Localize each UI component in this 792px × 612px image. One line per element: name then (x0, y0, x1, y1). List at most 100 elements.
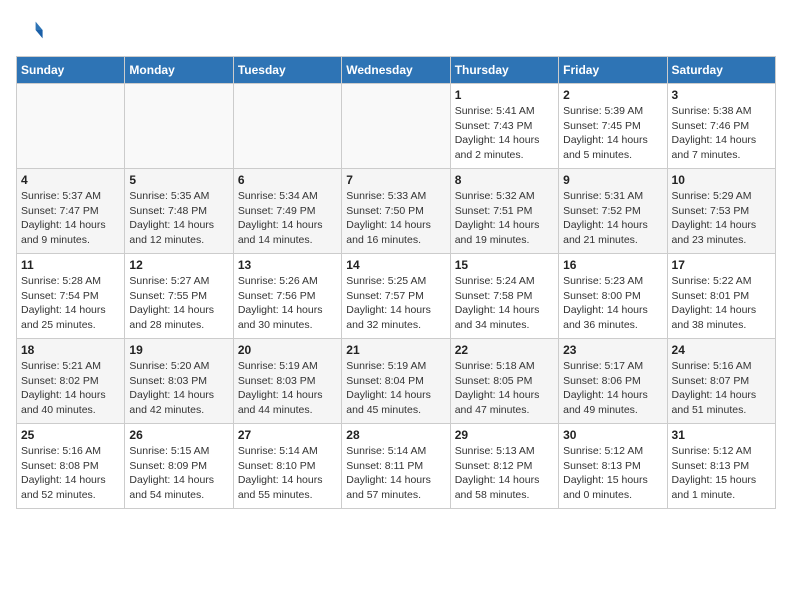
day-number: 9 (563, 173, 662, 187)
day-info: Sunrise: 5:39 AMSunset: 7:45 PMDaylight:… (563, 104, 662, 163)
day-cell: 2 Sunrise: 5:39 AMSunset: 7:45 PMDaylight… (559, 84, 667, 169)
day-cell: 10 Sunrise: 5:29 AMSunset: 7:53 PMDayligh… (667, 169, 775, 254)
day-info: Sunrise: 5:29 AMSunset: 7:53 PMDaylight:… (672, 189, 771, 248)
day-cell: 6 Sunrise: 5:34 AMSunset: 7:49 PMDaylight… (233, 169, 341, 254)
header-day-monday: Monday (125, 57, 233, 84)
day-cell: 19 Sunrise: 5:20 AMSunset: 8:03 PMDayligh… (125, 339, 233, 424)
day-cell (125, 84, 233, 169)
day-info: Sunrise: 5:20 AMSunset: 8:03 PMDaylight:… (129, 359, 228, 418)
day-number: 23 (563, 343, 662, 357)
day-info: Sunrise: 5:12 AMSunset: 8:13 PMDaylight:… (563, 444, 662, 503)
day-cell: 8 Sunrise: 5:32 AMSunset: 7:51 PMDaylight… (450, 169, 558, 254)
day-cell: 3 Sunrise: 5:38 AMSunset: 7:46 PMDaylight… (667, 84, 775, 169)
day-info: Sunrise: 5:31 AMSunset: 7:52 PMDaylight:… (563, 189, 662, 248)
day-info: Sunrise: 5:19 AMSunset: 8:03 PMDaylight:… (238, 359, 337, 418)
header-day-sunday: Sunday (17, 57, 125, 84)
day-cell: 25 Sunrise: 5:16 AMSunset: 8:08 PMDayligh… (17, 424, 125, 509)
day-cell: 31 Sunrise: 5:12 AMSunset: 8:13 PMDayligh… (667, 424, 775, 509)
day-cell: 1Sunrise: 5:41 AMSunset: 7:43 PMDaylight… (450, 84, 558, 169)
day-cell: 5 Sunrise: 5:35 AMSunset: 7:48 PMDaylight… (125, 169, 233, 254)
day-number: 28 (346, 428, 445, 442)
day-info: Sunrise: 5:17 AMSunset: 8:06 PMDaylight:… (563, 359, 662, 418)
day-cell (342, 84, 450, 169)
day-info: Sunrise: 5:33 AMSunset: 7:50 PMDaylight:… (346, 189, 445, 248)
day-cell: 21Sunrise: 5:19 AMSunset: 8:04 PMDayligh… (342, 339, 450, 424)
day-info: Sunrise: 5:23 AMSunset: 8:00 PMDaylight:… (563, 274, 662, 333)
day-cell: 18Sunrise: 5:21 AMSunset: 8:02 PMDayligh… (17, 339, 125, 424)
day-number: 13 (238, 258, 337, 272)
day-number: 19 (129, 343, 228, 357)
day-cell: 27 Sunrise: 5:14 AMSunset: 8:10 PMDayligh… (233, 424, 341, 509)
day-number: 29 (455, 428, 554, 442)
calendar-table: SundayMondayTuesdayWednesdayThursdayFrid… (16, 56, 776, 509)
header-row: SundayMondayTuesdayWednesdayThursdayFrid… (17, 57, 776, 84)
day-cell: 24Sunrise: 5:16 AMSunset: 8:07 PMDayligh… (667, 339, 775, 424)
day-number: 26 (129, 428, 228, 442)
day-number: 31 (672, 428, 771, 442)
day-info: Sunrise: 5:38 AMSunset: 7:46 PMDaylight:… (672, 104, 771, 163)
day-cell: 22 Sunrise: 5:18 AMSunset: 8:05 PMDayligh… (450, 339, 558, 424)
day-number: 3 (672, 88, 771, 102)
header-day-friday: Friday (559, 57, 667, 84)
header-day-saturday: Saturday (667, 57, 775, 84)
day-number: 20 (238, 343, 337, 357)
day-number: 12 (129, 258, 228, 272)
week-row-5: 25 Sunrise: 5:16 AMSunset: 8:08 PMDayligh… (17, 424, 776, 509)
day-number: 11 (21, 258, 120, 272)
calendar-header: SundayMondayTuesdayWednesdayThursdayFrid… (17, 57, 776, 84)
day-number: 27 (238, 428, 337, 442)
day-cell: 15 Sunrise: 5:24 AMSunset: 7:58 PMDayligh… (450, 254, 558, 339)
day-number: 6 (238, 173, 337, 187)
day-number: 21 (346, 343, 445, 357)
day-number: 8 (455, 173, 554, 187)
day-number: 15 (455, 258, 554, 272)
day-cell: 23 Sunrise: 5:17 AMSunset: 8:06 PMDayligh… (559, 339, 667, 424)
day-cell: 11 Sunrise: 5:28 AMSunset: 7:54 PMDayligh… (17, 254, 125, 339)
day-info: Sunrise: 5:18 AMSunset: 8:05 PMDaylight:… (455, 359, 554, 418)
week-row-1: 1Sunrise: 5:41 AMSunset: 7:43 PMDaylight… (17, 84, 776, 169)
day-info: Sunrise: 5:14 AMSunset: 8:10 PMDaylight:… (238, 444, 337, 503)
day-info: Sunrise: 5:25 AMSunset: 7:57 PMDaylight:… (346, 274, 445, 333)
week-row-4: 18Sunrise: 5:21 AMSunset: 8:02 PMDayligh… (17, 339, 776, 424)
day-number: 22 (455, 343, 554, 357)
day-info: Sunrise: 5:41 AMSunset: 7:43 PMDaylight:… (455, 104, 554, 163)
day-cell (17, 84, 125, 169)
logo-icon (16, 16, 44, 44)
day-cell: 9 Sunrise: 5:31 AMSunset: 7:52 PMDaylight… (559, 169, 667, 254)
day-info: Sunrise: 5:14 AMSunset: 8:11 PMDaylight:… (346, 444, 445, 503)
day-info: Sunrise: 5:37 AMSunset: 7:47 PMDaylight:… (21, 189, 120, 248)
day-info: Sunrise: 5:28 AMSunset: 7:54 PMDaylight:… (21, 274, 120, 333)
header-day-tuesday: Tuesday (233, 57, 341, 84)
day-info: Sunrise: 5:12 AMSunset: 8:13 PMDaylight:… (672, 444, 771, 503)
week-row-2: 4Sunrise: 5:37 AMSunset: 7:47 PMDaylight… (17, 169, 776, 254)
day-number: 10 (672, 173, 771, 187)
day-cell: 17 Sunrise: 5:22 AMSunset: 8:01 PMDayligh… (667, 254, 775, 339)
day-number: 25 (21, 428, 120, 442)
day-info: Sunrise: 5:22 AMSunset: 8:01 PMDaylight:… (672, 274, 771, 333)
day-number: 7 (346, 173, 445, 187)
day-cell: 4Sunrise: 5:37 AMSunset: 7:47 PMDaylight… (17, 169, 125, 254)
day-number: 14 (346, 258, 445, 272)
page-header (16, 16, 776, 44)
day-cell (233, 84, 341, 169)
day-cell: 13Sunrise: 5:26 AMSunset: 7:56 PMDayligh… (233, 254, 341, 339)
day-cell: 12 Sunrise: 5:27 AMSunset: 7:55 PMDayligh… (125, 254, 233, 339)
day-cell: 26 Sunrise: 5:15 AMSunset: 8:09 PMDayligh… (125, 424, 233, 509)
day-info: Sunrise: 5:15 AMSunset: 8:09 PMDaylight:… (129, 444, 228, 503)
day-info: Sunrise: 5:24 AMSunset: 7:58 PMDaylight:… (455, 274, 554, 333)
day-cell: 30Sunrise: 5:12 AMSunset: 8:13 PMDayligh… (559, 424, 667, 509)
day-number: 2 (563, 88, 662, 102)
day-info: Sunrise: 5:16 AMSunset: 8:08 PMDaylight:… (21, 444, 120, 503)
day-info: Sunrise: 5:27 AMSunset: 7:55 PMDaylight:… (129, 274, 228, 333)
day-cell: 20 Sunrise: 5:19 AMSunset: 8:03 PMDayligh… (233, 339, 341, 424)
day-cell: 28 Sunrise: 5:14 AMSunset: 8:11 PMDayligh… (342, 424, 450, 509)
day-number: 17 (672, 258, 771, 272)
day-number: 24 (672, 343, 771, 357)
day-info: Sunrise: 5:35 AMSunset: 7:48 PMDaylight:… (129, 189, 228, 248)
day-number: 5 (129, 173, 228, 187)
day-info: Sunrise: 5:32 AMSunset: 7:51 PMDaylight:… (455, 189, 554, 248)
day-number: 18 (21, 343, 120, 357)
week-row-3: 11 Sunrise: 5:28 AMSunset: 7:54 PMDayligh… (17, 254, 776, 339)
header-day-thursday: Thursday (450, 57, 558, 84)
day-info: Sunrise: 5:34 AMSunset: 7:49 PMDaylight:… (238, 189, 337, 248)
